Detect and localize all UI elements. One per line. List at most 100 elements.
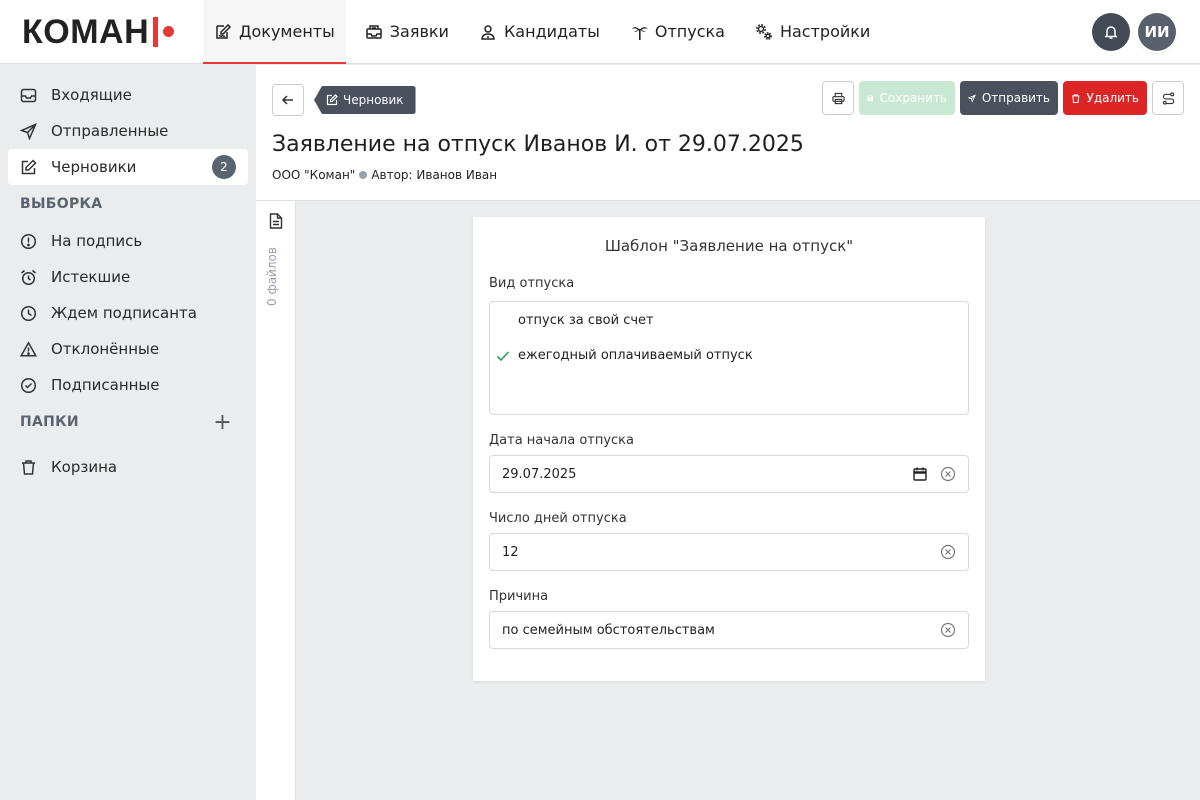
sidebar-item-label: Корзина — [51, 458, 118, 476]
section-header-label: ПАПКИ — [20, 414, 79, 430]
drafts-count-badge: 2 — [212, 155, 236, 179]
delete-button-label: Удалить — [1086, 91, 1140, 105]
nav-item-vacations[interactable]: Отпуска — [619, 0, 736, 63]
field-suffix — [940, 544, 956, 560]
alert-circle-icon — [20, 233, 37, 249]
sidebar-item-label: Ждем подписанта — [51, 304, 197, 322]
start-date-label: Дата начала отпуска — [489, 433, 634, 448]
nav-label: Заявки — [389, 22, 449, 41]
top-right-controls: ИИ — [1092, 0, 1200, 63]
section-header-label: ВЫБОРКА — [20, 196, 103, 212]
sidebar-item-label: Истекшие — [51, 268, 131, 286]
sidebar-item-awaiting-signer[interactable]: Ждем подписанта — [8, 295, 248, 331]
days-label: Число дней отпуска — [489, 511, 627, 526]
draft-icon — [21, 158, 37, 174]
back-button[interactable] — [272, 84, 304, 116]
user-avatar[interactable]: ИИ — [1138, 12, 1176, 51]
sidebar-item-label: Отклонённые — [51, 340, 160, 358]
check-icon — [496, 351, 510, 362]
person-badge-icon — [481, 24, 495, 40]
route-button[interactable] — [1152, 81, 1184, 115]
reason-field[interactable]: по семейным обстоятельствам — [489, 611, 969, 649]
template-form-card: Шаблон "Заявление на отпуск" Вид отпуска… — [473, 217, 985, 681]
document-author: Автор: Иванов Иван — [371, 168, 498, 182]
nav-item-settings[interactable]: Настройки — [744, 0, 881, 63]
files-count-label: 0 файлов — [265, 247, 279, 306]
sidebar: Входящие Отправленные Черновики 2 ВЫБОРК… — [0, 65, 256, 800]
main-nav: Документы Заявки Кандидаты Отпуска Настр… — [203, 0, 889, 64]
section-header-selection: ВЫБОРКА — [0, 185, 256, 223]
clear-icon[interactable] — [940, 544, 956, 560]
days-field[interactable]: 12 — [489, 533, 969, 571]
sidebar-item-trash[interactable]: Корзина — [8, 449, 248, 485]
clock-icon — [20, 305, 37, 321]
bell-icon — [1104, 25, 1118, 39]
warning-triangle-icon — [20, 340, 37, 357]
sidebar-item-to-sign[interactable]: На подпись — [8, 223, 248, 259]
nav-item-documents[interactable]: Документы — [203, 0, 346, 64]
reason-value: по семейным обстоятельствам — [502, 622, 715, 638]
nav-label: Отпуска — [654, 22, 725, 41]
nav-item-candidates[interactable]: Кандидаты — [468, 0, 611, 63]
leave-type-option-unpaid[interactable]: отпуск за свой счет — [518, 313, 654, 328]
send-button-label: Отправить — [981, 91, 1050, 105]
printer-icon — [831, 92, 845, 104]
page-title: Заявление на отпуск Иванов И. от 29.07.2… — [272, 132, 804, 157]
check-circle-icon — [20, 377, 37, 393]
print-button[interactable] — [822, 81, 854, 115]
sidebar-item-rejected[interactable]: Отклонённые — [8, 331, 248, 367]
floppy-disk-icon — [867, 95, 873, 101]
logo-bar-mark — [153, 16, 159, 47]
sidebar-item-label: Отправленные — [51, 122, 169, 140]
organization-name: ООО "Коман" — [272, 168, 356, 182]
meta-separator-dot — [359, 171, 368, 179]
sidebar-item-expired[interactable]: Истекшие — [8, 259, 248, 295]
palm-tree-icon — [631, 26, 648, 40]
status-badge-label: Черновик — [343, 93, 404, 107]
inbox-icon — [20, 88, 37, 102]
leave-type-option-annual[interactable]: ежегодный оплачиваемый отпуск — [518, 348, 753, 363]
document-meta: ООО "Коман" Автор: Иванов Иван — [272, 168, 497, 182]
route-icon — [1162, 91, 1174, 105]
document-edit-icon — [216, 23, 232, 39]
section-header-folders: ПАПКИ + — [0, 403, 256, 441]
sidebar-item-label: Входящие — [51, 86, 132, 104]
leave-type-label: Вид отпуска — [489, 276, 575, 291]
save-button[interactable]: Сохранить — [859, 81, 955, 115]
send-icon — [20, 122, 37, 140]
files-panel[interactable]: 0 файлов — [256, 201, 296, 800]
nav-label: Документы — [239, 22, 335, 41]
save-button-label: Сохранить — [879, 91, 948, 105]
calendar-icon[interactable] — [912, 466, 928, 482]
leave-type-listbox[interactable]: отпуск за свой счет ежегодный оплачиваем… — [489, 301, 969, 415]
inbox-tray-icon — [366, 24, 382, 39]
sidebar-item-sent[interactable]: Отправленные — [8, 113, 248, 149]
document-actions: Сохранить Отправить Удалить — [822, 81, 1184, 115]
field-suffix — [940, 622, 956, 638]
field-suffix — [912, 466, 956, 482]
edit-icon — [326, 94, 338, 106]
clear-icon[interactable] — [940, 466, 956, 482]
delete-button[interactable]: Удалить — [1063, 81, 1147, 115]
nav-item-requests[interactable]: Заявки — [354, 0, 460, 63]
sidebar-item-label: На подпись — [51, 232, 143, 250]
sidebar-item-signed[interactable]: Подписанные — [8, 367, 248, 403]
document-header: Черновик Сохранить Отправить Удалить Зая… — [256, 65, 1200, 201]
days-value: 12 — [502, 544, 519, 560]
logo-dot-mark — [163, 26, 175, 37]
sidebar-item-drafts[interactable]: Черновики 2 — [8, 149, 248, 185]
sidebar-item-inbox[interactable]: Входящие — [8, 77, 248, 113]
notifications-button[interactable] — [1092, 12, 1130, 51]
start-date-field[interactable]: 29.07.2025 — [489, 455, 969, 493]
alarm-clock-icon — [21, 269, 36, 285]
file-text-icon — [269, 213, 283, 229]
logo[interactable]: КОМАН — [0, 0, 203, 63]
sidebar-item-label: Подписанные — [51, 376, 160, 394]
send-button[interactable]: Отправить — [960, 81, 1058, 115]
form-title: Шаблон "Заявление на отпуск" — [604, 237, 854, 255]
add-folder-button[interactable]: + — [213, 410, 232, 435]
clear-icon[interactable] — [940, 622, 956, 638]
nav-label: Настройки — [779, 22, 871, 41]
arrow-left-icon — [281, 95, 293, 105]
